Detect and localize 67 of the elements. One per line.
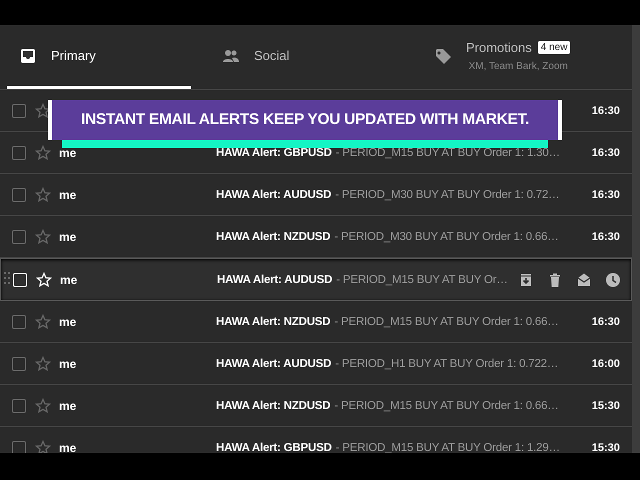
checkbox[interactable] [12,230,26,244]
star-icon[interactable] [35,314,51,330]
clock-icon[interactable] [604,272,621,288]
tab[interactable]: Social [210,25,415,89]
email-subject: HAWA Alert: GBPUSD [216,442,332,453]
envelope-icon[interactable] [576,272,592,288]
sender-name: me [59,356,78,370]
email-subject: HAWA Alert: AUDUSD [217,274,332,286]
new-count-badge: 4 new [538,40,570,54]
email-snippet: - PERIOD_M15 BUY AT BUY Order 1: 0.66… [334,316,559,328]
email-time: 16:30 [590,104,621,116]
email-snippet: - PERIOD_M15 BUY AT BUY Order 1: 0.66… [334,400,559,412]
checkbox[interactable] [12,314,26,328]
checkbox[interactable] [12,104,26,118]
star-icon[interactable] [35,356,51,372]
email-row[interactable]: me HAWA Alert: NZDUSD - PERIOD_M15 BUY AT BUY Order 1: 0.66… 15:30 [0,385,632,427]
email-subject: HAWA Alert: AUDUSD [216,188,332,200]
tab-label: Promotions [466,40,532,54]
sender-name: me [59,146,78,160]
email-subject: HAWA Alert: NZDUSD [216,316,330,328]
email-row[interactable]: me HAWA Alert: AUDUSD - PERIOD_H1 BUY AT BUY Order 1: 0.722… 16:00 [0,343,632,385]
tab[interactable]: Primary [7,25,191,89]
checkbox[interactable] [12,146,26,160]
email-row[interactable]: me HAWA Alert: AUDUSD - PERIOD_M15 BUY AT BUY Or… [0,258,632,301]
banner-text: INSTANT EMAIL ALERTS KEEP YOU UPDATED WITH MARKET. [80,111,529,129]
sender-name: me [59,440,78,453]
email-snippet: - PERIOD_M15 BUY AT BUY Or… [336,274,508,286]
star-icon[interactable] [35,186,51,202]
email-subject: HAWA Alert: GBPUSD [216,146,332,158]
email-time: 16:30 [590,316,621,328]
tab[interactable]: Promotions 4 new XM, Team Bark, Zoom [422,25,627,89]
email-time: 16:30 [590,146,621,158]
star-icon[interactable] [35,102,51,118]
checkbox[interactable] [12,188,26,202]
star-icon[interactable] [35,398,51,414]
email-row[interactable]: me HAWA Alert: NZDUSD - PERIOD_M15 BUY AT BUY Order 1: 0.66… 16:30 [0,301,632,343]
sender-name: me [59,398,78,412]
email-snippet: - PERIOD_M15 BUY AT BUY Order 1: 1.29… [336,442,560,453]
email-snippet: - PERIOD_M30 BUY AT BUY Order 1: 0.66… [334,230,559,242]
star-icon[interactable] [35,440,51,453]
drag-handle-icon[interactable] [4,272,10,284]
checkbox[interactable] [12,356,26,370]
star-icon[interactable] [35,228,51,244]
email-subject: HAWA Alert: NZDUSD [216,400,330,412]
sender-name: me [60,272,78,286]
tag-icon [434,46,452,64]
tab-subtitle: XM, Team Bark, Zoom [468,60,569,72]
email-time: 16:30 [590,188,621,200]
email-time: 15:30 [590,442,621,453]
email-subject: HAWA Alert: AUDUSD [216,358,332,370]
checkbox[interactable] [12,440,26,453]
star-icon[interactable] [35,144,51,160]
email-snippet: - PERIOD_M30 BUY AT BUY Order 1: 0.72… [335,188,560,200]
sender-name: me [59,188,78,202]
email-snippet: - PERIOD_M15 BUY AT BUY Order 1: 1.30… [336,146,560,158]
tab-label: Primary [51,48,96,63]
sender-name: me [59,314,78,328]
email-time: 15:30 [590,400,621,412]
sender-name: me [59,230,78,244]
tab-label: Social [254,48,290,63]
checkbox[interactable] [12,398,26,412]
email-row[interactable]: me HAWA Alert: AUDUSD - PERIOD_M30 BUY AT BUY Order 1: 0.72… 16:30 [0,174,632,216]
email-time: 16:00 [590,358,621,370]
email-subject: HAWA Alert: NZDUSD [216,230,330,242]
email-snippet: - PERIOD_H1 BUY AT BUY Order 1: 0.722… [335,358,558,370]
email-time: 16:30 [590,230,621,242]
inbox-icon [19,46,37,64]
